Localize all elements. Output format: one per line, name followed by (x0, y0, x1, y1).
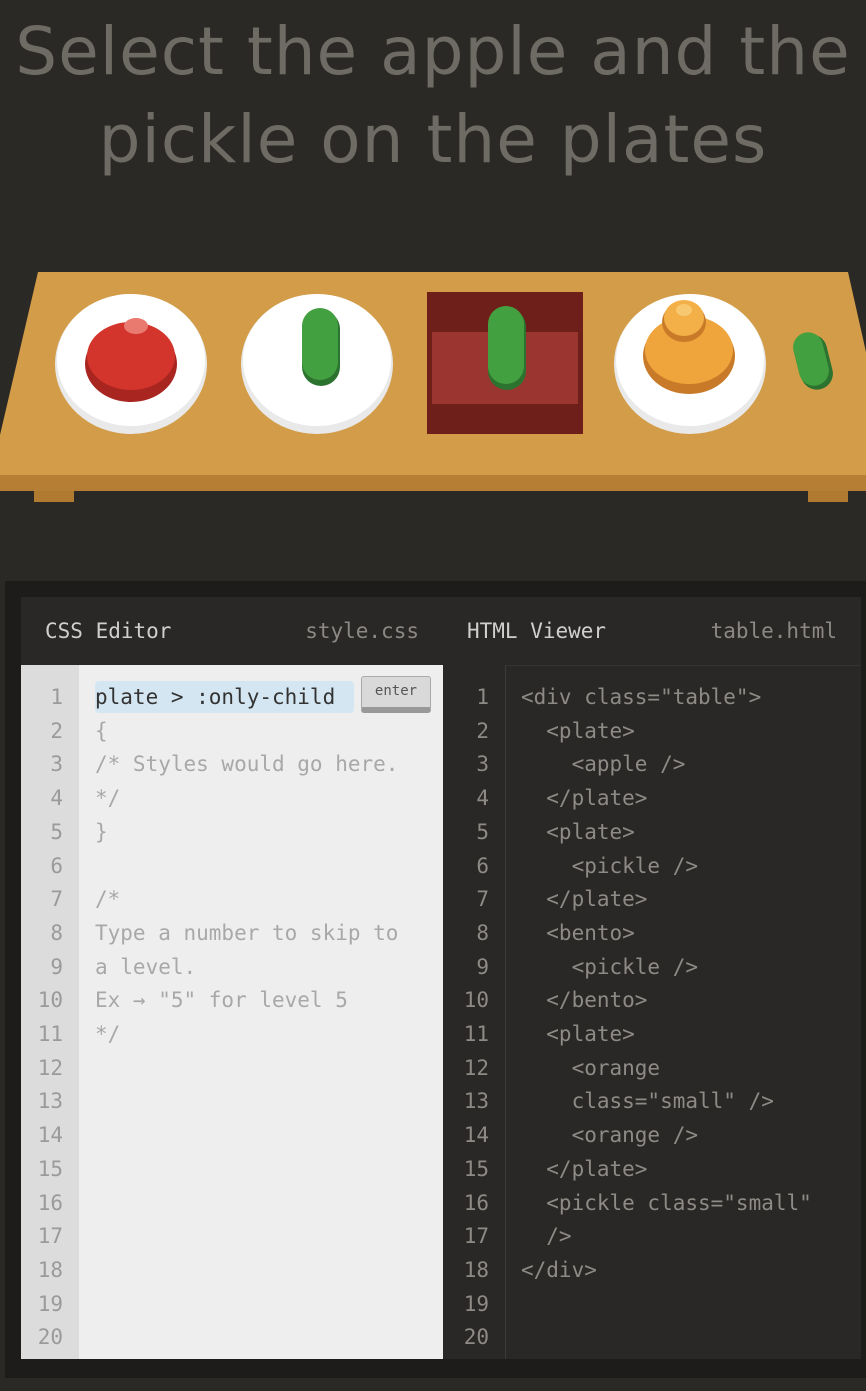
html-viewer-filename: table.html (710, 619, 837, 643)
html-code-line[interactable]: /> (521, 1220, 571, 1252)
level-instruction: Select the apple and the pickle on the p… (15, 13, 851, 178)
html-line-number: 18 (463, 1257, 489, 1282)
bento-pickle[interactable] (427, 292, 583, 434)
css-line-number: 13 (37, 1089, 63, 1114)
html-line-number: 17 (463, 1224, 489, 1249)
html-code-line[interactable]: <div class="table"> (521, 681, 761, 713)
html-line-number: 4 (476, 786, 489, 811)
css-line-number: 10 (37, 988, 63, 1013)
html-line-number: 14 (463, 1123, 489, 1148)
css-line-number: 9 (50, 954, 63, 979)
css-line-number: 18 (37, 1257, 63, 1282)
css-line-number: 5 (50, 819, 63, 844)
html-code-line[interactable]: <plate> (521, 715, 635, 747)
html-line-number: 7 (476, 887, 489, 912)
plate-oranges[interactable] (614, 294, 766, 434)
html-code-line[interactable]: </bento> (521, 984, 647, 1016)
html-code-line[interactable]: </plate> (521, 883, 647, 915)
css-line-number: 19 (37, 1291, 63, 1316)
html-line-number: 5 (476, 819, 489, 844)
html-line-number: 19 (463, 1291, 489, 1316)
html-line-number: 13 (463, 1089, 489, 1114)
html-code-line[interactable]: class="small" /> (521, 1085, 774, 1117)
html-code-line[interactable]: <plate> (521, 1018, 635, 1050)
html-code-line[interactable]: <orange (521, 1052, 661, 1084)
plate-apple[interactable] (55, 294, 207, 434)
html-code-line[interactable]: <bento> (521, 917, 635, 949)
css-line-number: 6 (50, 853, 63, 878)
css-line-number: 20 (37, 1325, 63, 1350)
html-line-number: 10 (463, 988, 489, 1013)
html-code-line[interactable]: <pickle /> (521, 951, 698, 983)
css-code-line: Type a number to skip to (95, 920, 399, 945)
html-line-gutter: 1 2 3 4 5 6 7 8 9 10 11 12 13 14 15 16 17 18 19 20 (443, 665, 506, 1359)
css-line-number: 11 (37, 1022, 63, 1046)
css-code-line: /* (95, 887, 121, 912)
css-line-number: 7 (50, 887, 63, 912)
html-code-line[interactable]: <pickle class="small" (521, 1187, 812, 1219)
css-line-gutter: 1 2 3 4 5 6 7 8 9 10 11 12 13 14 15 16 17 18 19 20 (21, 665, 79, 1359)
html-code-line[interactable]: </plate> (521, 1153, 647, 1185)
html-line-number: 6 (476, 853, 489, 878)
html-line-number: 16 (463, 1190, 489, 1215)
css-code-line: */ (95, 1022, 121, 1046)
css-line-number: 12 (37, 1055, 63, 1080)
css-code-line: */ (95, 786, 121, 811)
html-line-number: 20 (463, 1325, 489, 1350)
css-code-line: Ex → "5" for level 5 (95, 988, 348, 1013)
css-code-line: a level. (95, 954, 197, 979)
html-viewer-title: HTML Viewer (467, 619, 607, 643)
editor-panel: CSS Editor style.css 1 2 3 4 5 6 7 8 9 10 11 12 13 14… (5, 581, 866, 1378)
css-code-line: /* Styles would go here. (95, 752, 399, 777)
html-line-number: 11 (463, 1022, 489, 1046)
css-line-number: 4 (50, 786, 63, 811)
html-line-number: 15 (463, 1156, 489, 1181)
css-line-number: 16 (37, 1190, 63, 1215)
table-edge (0, 475, 866, 491)
html-line-number: 12 (463, 1055, 489, 1080)
enter-button[interactable]: enter (361, 676, 431, 713)
css-code-line: } (95, 819, 108, 844)
html-code-line[interactable]: <plate> (521, 816, 635, 848)
css-line-number: 8 (50, 920, 63, 945)
css-line-number: 15 (37, 1156, 63, 1181)
table-scene (0, 272, 866, 502)
html-viewer-header: HTML Viewer table.html (443, 597, 861, 666)
css-line-number: 1 (50, 685, 63, 709)
html-viewer: HTML Viewer table.html 1 2 3 4 5 6 7 8 9 10 11 12 13… (443, 597, 861, 1359)
html-line-number: 3 (476, 752, 489, 777)
css-line-number: 14 (37, 1123, 63, 1148)
css-editor-header: CSS Editor style.css (21, 597, 443, 665)
plate-pickle[interactable] (241, 294, 393, 434)
css-line-number: 2 (50, 718, 63, 743)
html-line-number: 9 (476, 954, 489, 979)
css-line-number: 17 (37, 1224, 63, 1249)
css-line-number: 3 (50, 752, 63, 777)
html-line-number: 8 (476, 920, 489, 945)
selector-input[interactable]: plate > :only-child (95, 681, 335, 713)
css-editor-filename: style.css (305, 619, 419, 643)
html-code-line[interactable]: </plate> (521, 782, 647, 814)
css-code-line: { (95, 718, 108, 743)
html-code-line[interactable]: <pickle /> (521, 850, 698, 882)
css-editor: CSS Editor style.css 1 2 3 4 5 6 7 8 9 10 11 12 13 14… (21, 597, 443, 1359)
html-code-line[interactable]: </div> (521, 1254, 597, 1286)
html-code-line[interactable]: <apple /> (521, 748, 686, 780)
html-code-line[interactable]: <orange /> (521, 1119, 698, 1151)
css-editor-title: CSS Editor (45, 619, 172, 643)
html-line-number: 2 (476, 718, 489, 743)
html-line-number: 1 (476, 685, 489, 709)
